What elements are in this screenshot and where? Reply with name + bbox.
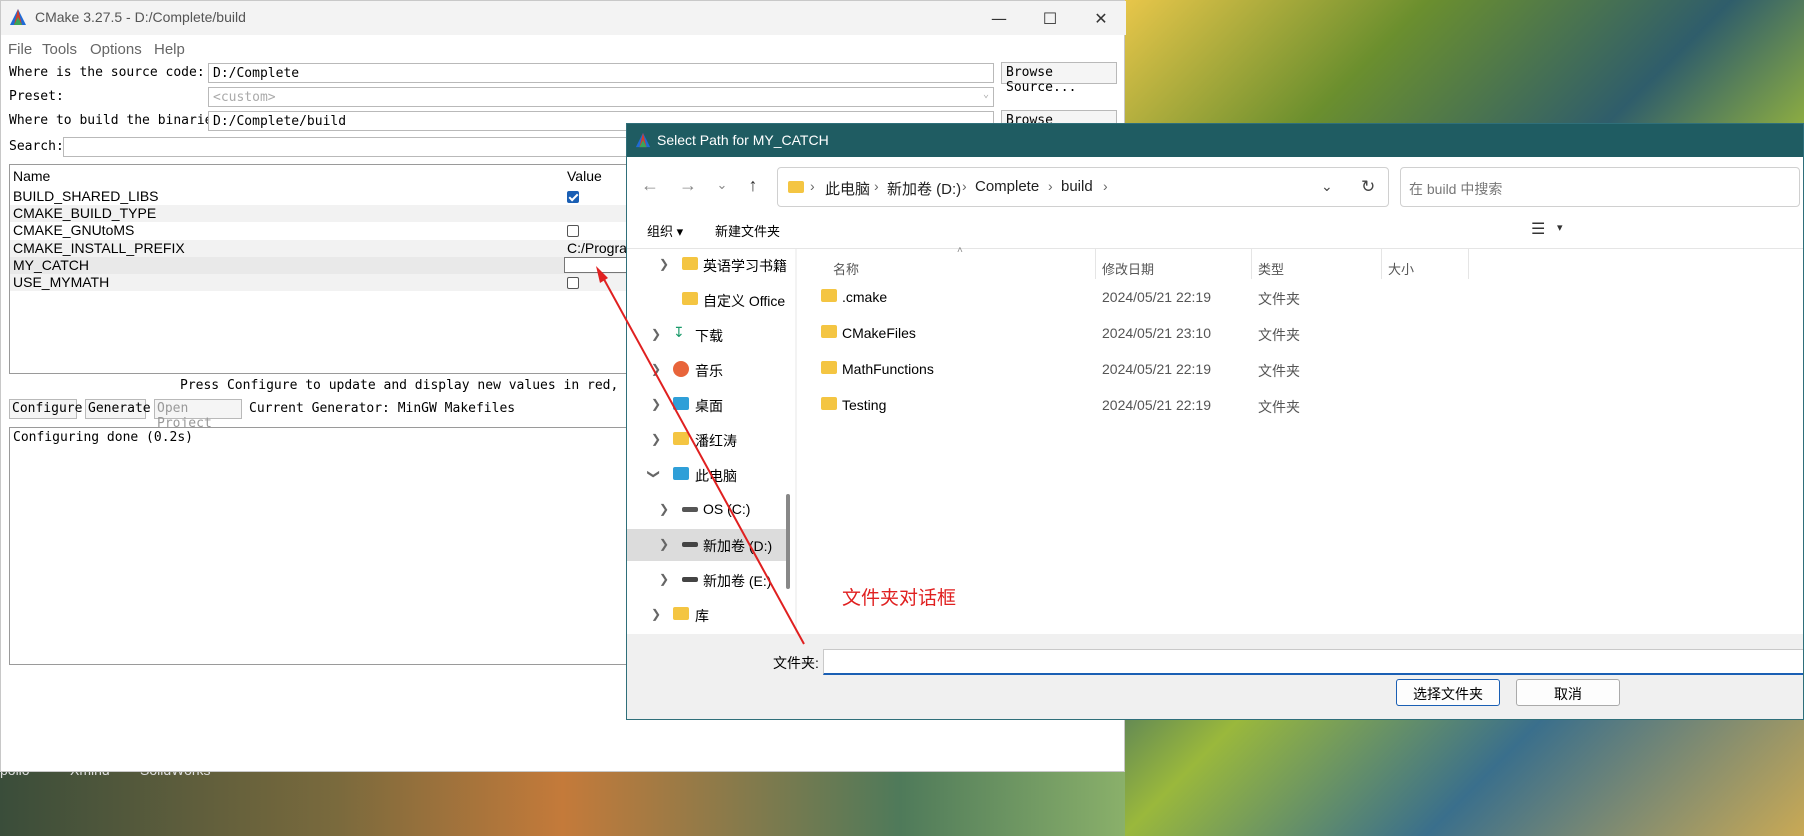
annotation-label: 文件夹对话框 [842, 587, 957, 609]
annotation-arrow [596, 266, 805, 645]
